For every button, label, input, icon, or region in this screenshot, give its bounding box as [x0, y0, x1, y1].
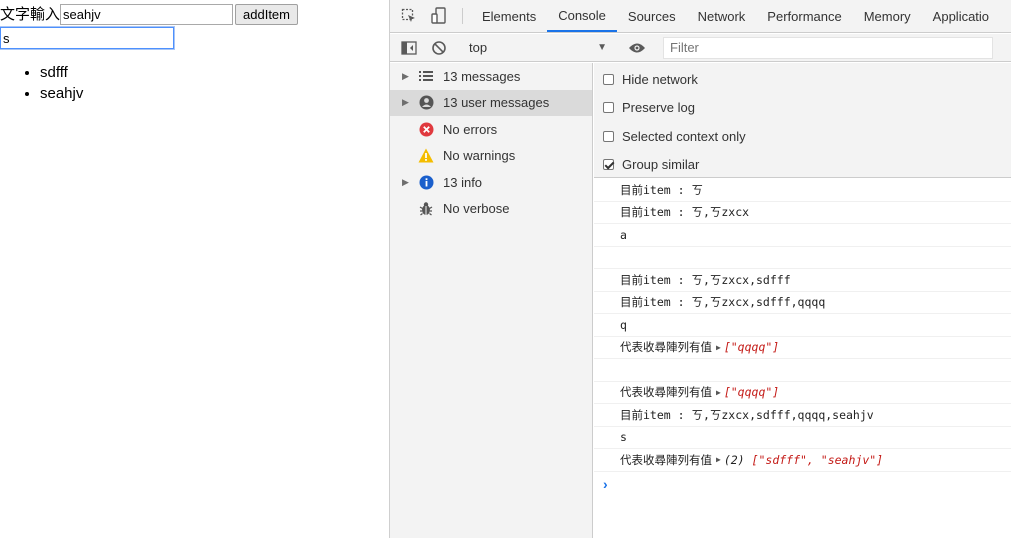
- eye-icon[interactable]: [622, 42, 652, 54]
- tab-network[interactable]: Network: [687, 0, 757, 32]
- sidebar-item-user-messages[interactable]: ▶ 13 user messages: [390, 89, 592, 116]
- console-toolbar: top ▼: [390, 34, 1011, 62]
- setting-label: Preserve log: [622, 100, 695, 116]
- setting-label: Group similar: [622, 157, 700, 173]
- console-message: s: [594, 427, 1011, 449]
- web-page: 文字輸入 addItem sdfff seahjv: [0, 0, 389, 538]
- input-label: 文字輸入: [0, 5, 61, 23]
- tab-sources[interactable]: Sources: [617, 0, 687, 32]
- user-icon: [418, 95, 434, 111]
- setting-hide-network[interactable]: Hide network: [594, 65, 1011, 94]
- array-preview[interactable]: ["qqqq"]: [724, 385, 779, 399]
- console-messages: 目前item : ㄎ 目前item : ㄎ,ㄎzxcx a 目前item : ㄎ…: [594, 179, 1011, 538]
- console-message: 目前item : ㄎ,ㄎzxcx,sdfff,qqqq: [594, 292, 1011, 314]
- selected-context-checkbox[interactable]: [603, 130, 614, 142]
- sidebar-item-label: No verbose: [443, 201, 510, 217]
- input-row: 文字輸入 addItem: [0, 3, 298, 25]
- console-settings: Hide network Preserve log Selected conte…: [594, 63, 1011, 178]
- setting-label: Selected context only: [622, 128, 746, 144]
- console-message: [594, 247, 1011, 269]
- sidebar-item-verbose[interactable]: No verbose: [390, 196, 592, 223]
- setting-label: Hide network: [622, 71, 698, 87]
- devtools-panel: Elements Console Sources Network Perform…: [389, 0, 1011, 538]
- sidebar-toggle-icon[interactable]: [394, 40, 424, 55]
- tab-elements[interactable]: Elements: [471, 0, 547, 32]
- expand-arrow-icon[interactable]: ▶: [716, 455, 721, 464]
- list-item: sdfff: [40, 62, 83, 83]
- console-filter-input[interactable]: [663, 36, 993, 59]
- console-message: 目前item : ㄎ: [594, 179, 1011, 202]
- console-message: 代表收尋陣列有值 ▶ ["qqqq"]: [594, 382, 1011, 404]
- expand-arrow-icon[interactable]: ▶: [402, 71, 414, 82]
- bug-icon: [418, 201, 434, 217]
- tab-application[interactable]: Applicatio: [922, 0, 1000, 32]
- expand-arrow-icon[interactable]: ▶: [402, 97, 414, 108]
- console-message: a: [594, 224, 1011, 247]
- sidebar-item-label: 13 info: [443, 174, 483, 190]
- preserve-log-checkbox[interactable]: [603, 102, 614, 114]
- sidebar-item-label: No warnings: [443, 148, 516, 164]
- search-input[interactable]: [0, 26, 175, 50]
- sidebar-item-info[interactable]: ▶ 13 info: [390, 169, 592, 196]
- inspect-element-icon[interactable]: [394, 0, 424, 32]
- console-message: 目前item : ㄎ,ㄎzxcx: [594, 202, 1011, 224]
- group-similar-checkbox[interactable]: [603, 159, 614, 171]
- tab-performance[interactable]: Performance: [756, 0, 852, 32]
- hide-network-checkbox[interactable]: [603, 73, 614, 85]
- console-message: 代表收尋陣列有值 ▶ (2) ["sdfff", "seahjv"]: [594, 449, 1011, 472]
- context-selector-value: top: [469, 40, 488, 55]
- toolbar-divider: [462, 8, 463, 24]
- console-message: [594, 359, 1011, 382]
- sidebar-item-warnings[interactable]: No warnings: [390, 143, 592, 170]
- device-toolbar-icon[interactable]: [424, 0, 454, 32]
- context-selector[interactable]: top ▼: [463, 37, 613, 59]
- expand-arrow-icon[interactable]: ▶: [716, 388, 721, 397]
- tab-console[interactable]: Console: [547, 0, 617, 32]
- array-preview[interactable]: ["qqqq"]: [724, 340, 779, 354]
- setting-preserve-log[interactable]: Preserve log: [594, 94, 1011, 123]
- console-message: 目前item : ㄎ,ㄎzxcx,sdfff,qqqq,seahjv: [594, 404, 1011, 427]
- clear-console-icon[interactable]: [424, 40, 454, 56]
- list-icon: [418, 68, 434, 84]
- sidebar-item-errors[interactable]: No errors: [390, 116, 592, 143]
- sidebar-item-label: 13 user messages: [443, 95, 550, 111]
- expand-arrow-icon[interactable]: ▶: [402, 177, 414, 188]
- devtools-tab-bar: Elements Console Sources Network Perform…: [390, 0, 1011, 33]
- list-item: seahjv: [40, 83, 83, 104]
- console-message: 目前item : ㄎ,ㄎzxcx,sdfff: [594, 269, 1011, 292]
- error-icon: [418, 121, 434, 137]
- setting-selected-context-only[interactable]: Selected context only: [594, 122, 1011, 151]
- console-prompt[interactable]: ›: [594, 472, 1011, 496]
- sidebar-item-messages[interactable]: ▶ 13 messages: [390, 63, 592, 90]
- warning-icon: [418, 148, 434, 164]
- item-text-input[interactable]: [60, 3, 234, 25]
- chevron-down-icon: ▼: [597, 42, 607, 53]
- expand-arrow-icon[interactable]: ▶: [716, 343, 721, 352]
- sidebar-item-label: No errors: [443, 121, 498, 137]
- console-sidebar: ▶ 13 messages ▶ 13 user messages No erro…: [390, 63, 593, 538]
- console-message: 代表收尋陣列有值 ▶ ["qqqq"]: [594, 337, 1011, 359]
- info-icon: [418, 174, 434, 190]
- item-list: sdfff seahjv: [0, 62, 83, 104]
- tab-memory[interactable]: Memory: [853, 0, 922, 32]
- array-preview[interactable]: (2) ["sdfff", "seahjv"]: [724, 453, 883, 467]
- setting-group-similar[interactable]: Group similar: [594, 151, 1011, 180]
- prompt-chevron-icon: ›: [603, 475, 608, 492]
- sidebar-item-label: 13 messages: [443, 68, 521, 84]
- console-message: q: [594, 314, 1011, 337]
- add-item-button[interactable]: addItem: [235, 3, 298, 25]
